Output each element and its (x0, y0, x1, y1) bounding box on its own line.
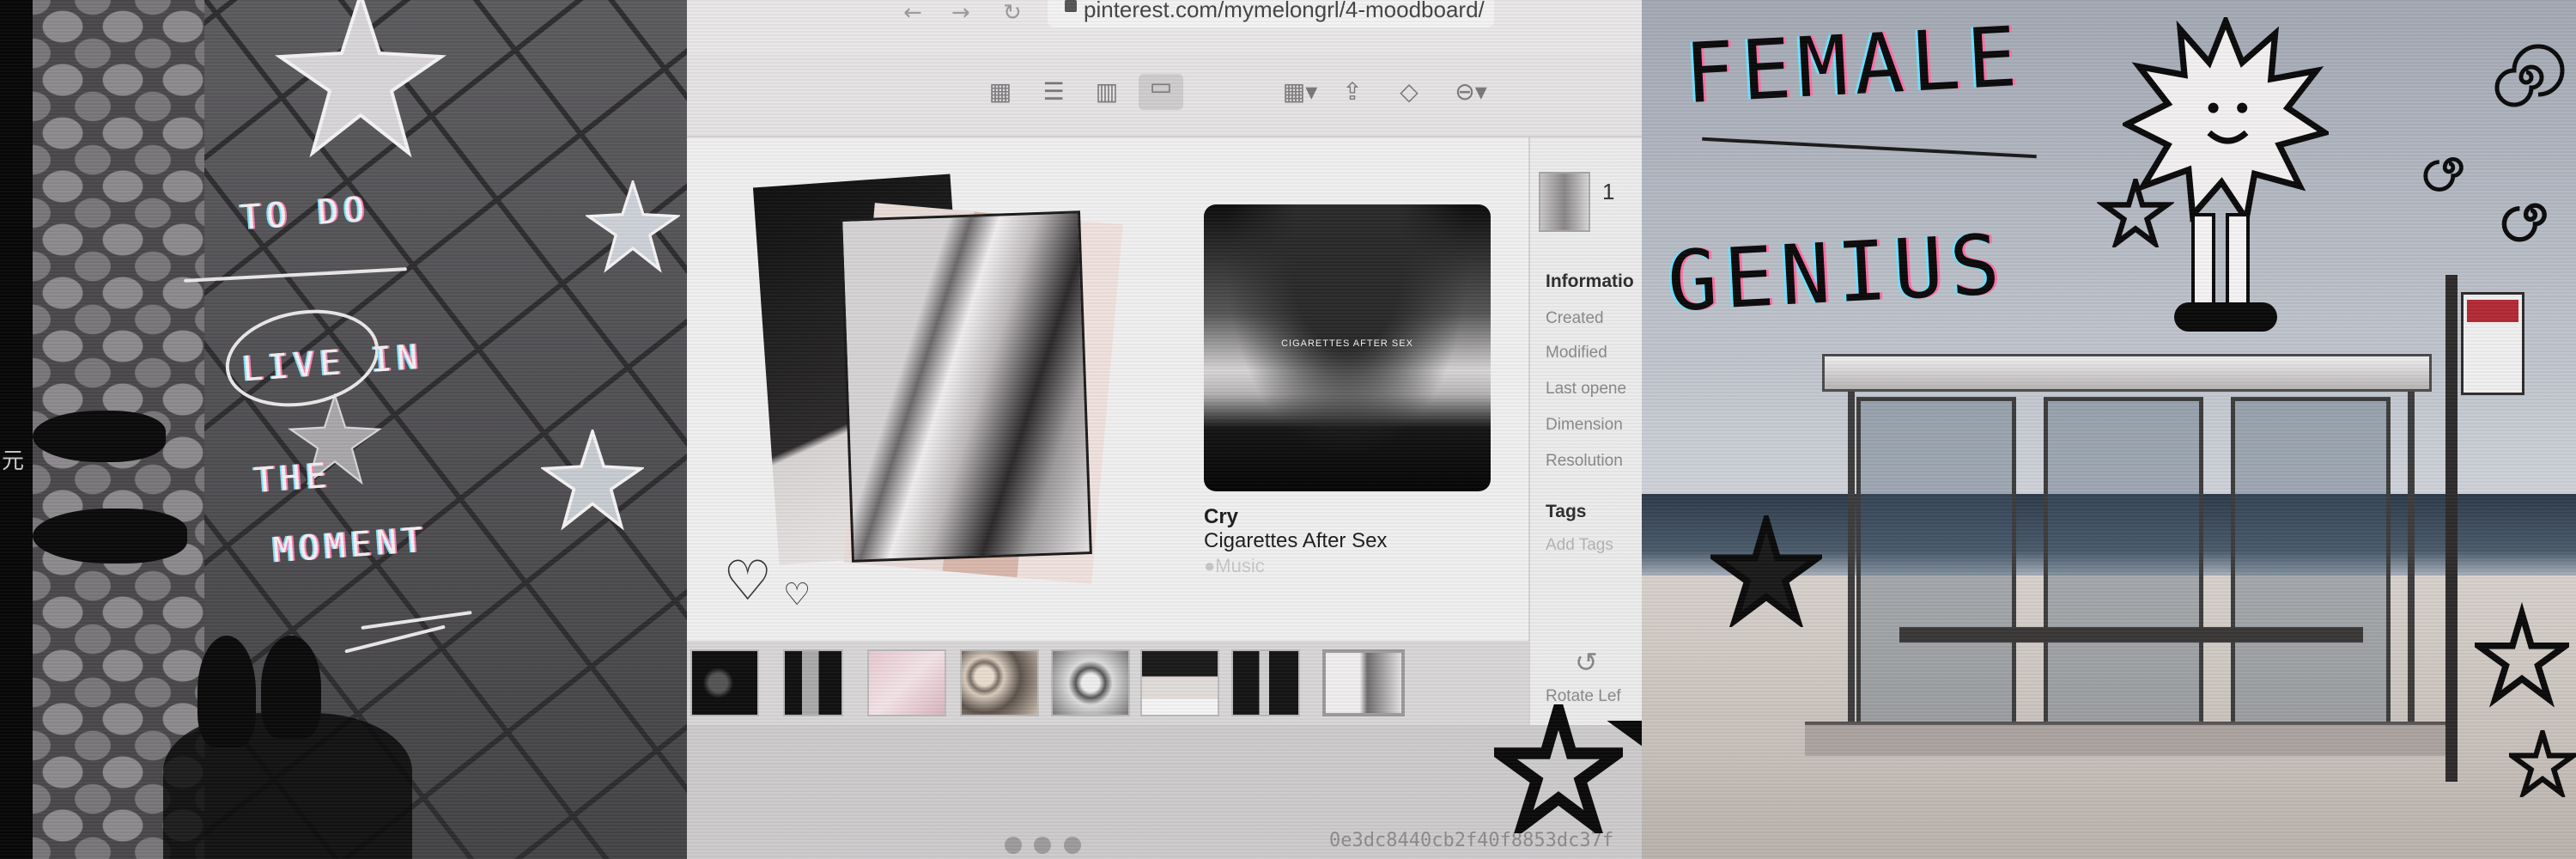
shoe-bottom-right (261, 636, 321, 739)
spiral-doodle-icon (2501, 203, 2547, 242)
bus-shelter-roof (1822, 354, 2432, 392)
gallery-view-icon[interactable]: ▭ (1139, 74, 1183, 110)
bus-sign-board (2461, 292, 2524, 395)
chalk-star-icon (275, 0, 447, 158)
thumbnail-item[interactable] (783, 649, 843, 716)
pavement-photo: 元 TO DO LIVE IN THE MOMENT (0, 0, 687, 859)
info-row-modified: Modified (1546, 344, 1607, 362)
bus-shelter-bench (1899, 627, 2363, 643)
character-feet (2174, 302, 2277, 332)
info-row-created: Created (1546, 309, 1604, 327)
share-icon[interactable]: ⇪ (1340, 79, 1365, 105)
window-dot-icon (1034, 837, 1052, 854)
doodle-star-icon (2475, 601, 2569, 708)
info-sidebar: 1 Informatio Created Modified Last opene… (1528, 137, 1642, 739)
thumbnail-item[interactable] (960, 649, 1039, 716)
heart-doodle-icon: ♡ (783, 577, 811, 612)
track-title: Cry (1204, 505, 1239, 528)
beach-bus-stop-photo: FEMALE GENIUS (1642, 0, 2576, 859)
thumbnail-strip (687, 641, 1528, 725)
thumbnail-item[interactable] (1140, 649, 1219, 716)
url-text[interactable]: pinterest.com/mymelongrl/4-moodboard/ (1084, 0, 1485, 23)
doodle-star-icon (2097, 179, 2174, 247)
track-artist: Cigarettes After Sex (1204, 529, 1388, 552)
window-dot-icon (1063, 837, 1081, 854)
back-icon[interactable]: ← (903, 0, 922, 26)
apple-logo-icon: ● (1204, 555, 1216, 576)
list-view-icon[interactable]: ☰ (1041, 79, 1066, 105)
doodle-star-icon (2509, 730, 2576, 797)
thumbnail-item[interactable] (690, 649, 759, 716)
group-icon[interactable]: ▦▾ (1281, 79, 1319, 105)
thumbnail-item-selected[interactable] (1322, 649, 1405, 716)
tag-icon[interactable]: ◇ (1396, 79, 1422, 105)
reload-icon[interactable]: ↻ (1003, 0, 1022, 26)
forward-icon[interactable]: → (951, 0, 970, 26)
bus-sign-pole (2445, 275, 2458, 782)
thumbnail-item[interactable] (867, 649, 946, 716)
window-dot-icon (1005, 837, 1022, 854)
more-icon[interactable]: ⊖▾ (1449, 79, 1492, 105)
heart-doodle-icon: ♡ (723, 550, 773, 613)
browser-titlebar: ← → ↻ pinterest.com/mymelongrl/4-moodboa… (687, 0, 1642, 53)
spiral-doodle-icon (2423, 157, 2464, 192)
tags-heading: Tags (1546, 502, 1587, 521)
doodle-text-female: FEMALE (1682, 8, 2026, 123)
album-cover[interactable]: CIGARETTES AFTER SEX (1204, 204, 1491, 491)
boot-left (2191, 213, 2215, 316)
chalk-star-icon (541, 430, 644, 531)
bus-shelter-glass (2231, 397, 2391, 732)
bus-shelter-glass (2044, 397, 2203, 732)
bus-shelter-glass (1856, 397, 2016, 732)
thumbnail-item[interactable] (1051, 649, 1130, 716)
album-cover-text: CIGARETTES AFTER SEX (1281, 338, 1413, 349)
rotate-left-icon[interactable]: ↺ (1575, 646, 1598, 679)
doodle-star-icon (1710, 515, 1822, 627)
shoe-bottom-left (197, 636, 256, 747)
music-service-text: Music (1215, 555, 1265, 576)
column-view-icon[interactable]: ▥ (1094, 79, 1120, 105)
window-controls (1005, 837, 1108, 857)
boot-right (2226, 213, 2250, 316)
grid-view-icon[interactable]: ▦ (987, 79, 1013, 105)
file-thumbnail (1539, 172, 1590, 232)
file-name-partial: 1 (1602, 179, 1615, 204)
add-tags-field[interactable]: Add Tags (1546, 536, 1613, 555)
shoe-left-top (33, 411, 166, 462)
chalk-text-the: THE (252, 455, 333, 502)
doodle-text-genius: GENIUS (1665, 216, 2009, 331)
info-row-last-opened: Last opene (1546, 380, 1627, 398)
information-heading[interactable]: Informatio (1546, 271, 1634, 292)
shoe-left-bottom (33, 509, 187, 564)
collage-photo-front (840, 210, 1092, 563)
finder-toolbar: ▦ ☰ ▥ ▭ ▦▾ ⇪ ◇ ⊖▾ (687, 53, 1642, 137)
lock-icon (1065, 0, 1077, 12)
thumbnail-item[interactable] (1231, 649, 1300, 716)
black-edge-strip (0, 0, 33, 859)
music-service-label: ●Music (1204, 555, 1265, 577)
chalk-star-icon (586, 180, 680, 273)
info-row-dimensions: Dimension (1546, 416, 1623, 434)
margin-glyph: 元 (2, 448, 25, 474)
info-row-resolution: Resolution (1546, 452, 1623, 470)
bus-shelter-base (1805, 722, 2458, 756)
doodle-star-icon (1494, 704, 1623, 833)
spiral-doodle-icon (2494, 44, 2565, 107)
